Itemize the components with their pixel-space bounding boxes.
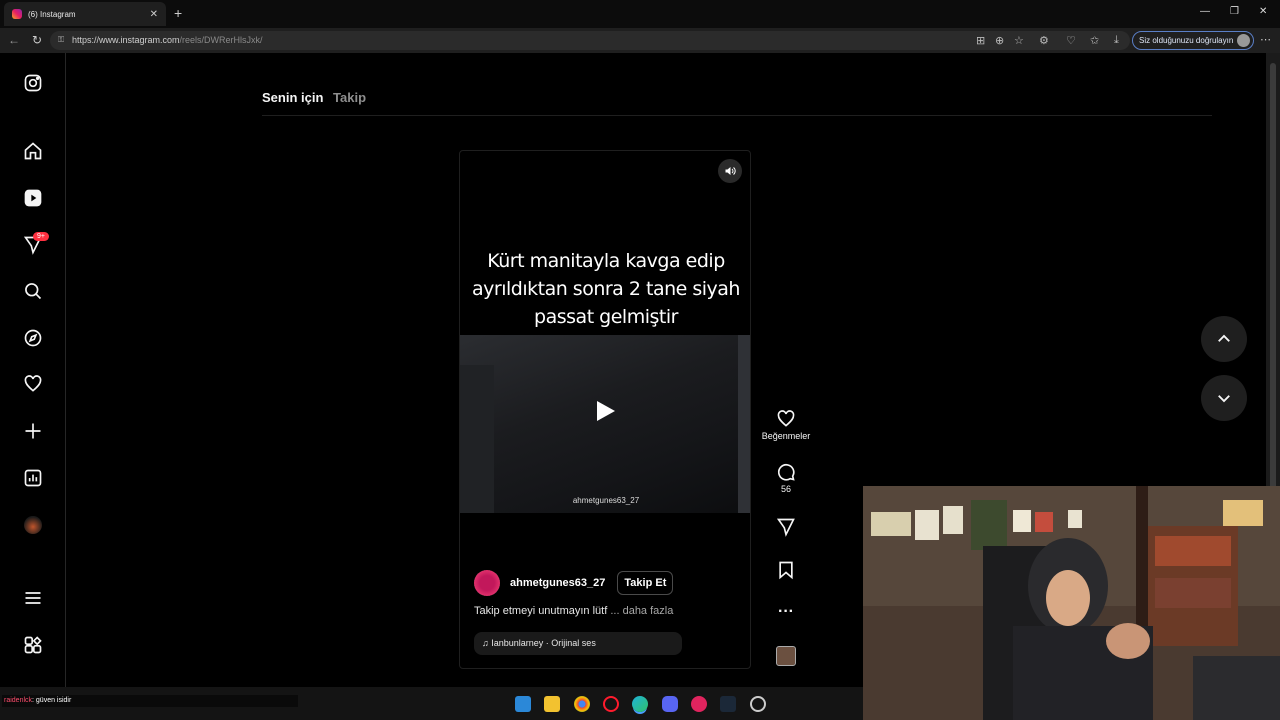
notifications-heart-icon[interactable] [21, 372, 45, 396]
minimize-window-icon[interactable]: — [1200, 6, 1210, 17]
menu-hamburger-icon[interactable] [21, 586, 45, 610]
overlay-line-3: passat gelmiştir [534, 306, 678, 328]
explore-icon[interactable] [21, 326, 45, 350]
webcam-scene [863, 486, 1280, 720]
more-link[interactable]: ... daha fazla [610, 605, 673, 617]
instagram-favicon-icon [12, 9, 22, 19]
url-path: /reels/DWRerHlsJxk/ [179, 35, 263, 45]
profile-pill-label: Siz olduğunuzu doğrulayın [1139, 36, 1234, 45]
like-button[interactable]: Beğenmeler [756, 409, 816, 441]
discord-icon[interactable] [662, 696, 678, 712]
bookmark-icon [779, 561, 793, 580]
follow-button[interactable]: Takip Et [617, 571, 674, 595]
profile-button[interactable]: Siz olduğunuzu doğrulayın [1132, 31, 1254, 50]
edge-icon[interactable] [632, 696, 648, 712]
play-icon[interactable] [597, 401, 615, 421]
extensions-icon[interactable]: ⚙ [1039, 34, 1049, 47]
overlay-line-2: ayrıldıktan sonra 2 tane siyah [472, 278, 740, 300]
reload-icon[interactable]: ↻ [32, 33, 42, 47]
author-avatar[interactable] [474, 570, 500, 596]
music-note-icon: ♫ [482, 638, 489, 648]
steam-icon[interactable] [720, 696, 736, 712]
feed-divider [262, 115, 1212, 116]
chat-username: raidenlck [4, 697, 33, 704]
next-reel-button[interactable] [1201, 375, 1247, 421]
browser-essentials-icon[interactable]: ♡ [1066, 34, 1076, 47]
also-from-meta-icon[interactable] [21, 633, 45, 657]
address-toolbar: ← ↻ ⚿ https://www.instagram.com/reels/DW… [0, 28, 1280, 53]
site-info-icon[interactable]: ⚿ [58, 35, 64, 45]
overlay-line-1: Kürt manitayla kavga edip [487, 250, 725, 272]
audio-pill[interactable]: ♫ Ianbunlarney · Orijinal ses [474, 632, 682, 655]
comments-count: 56 [780, 484, 791, 494]
tab-following[interactable]: Takip [333, 90, 366, 105]
file-explorer-icon[interactable] [544, 696, 560, 712]
settings-gear-icon[interactable] [750, 696, 766, 712]
profile-avatar[interactable] [24, 516, 42, 534]
chrome-icon[interactable] [574, 696, 590, 712]
author-username[interactable]: ahmetgunes63_27 [510, 577, 605, 589]
feed-tabs: Senin için Takip [262, 90, 366, 105]
reel-author: ahmetgunes63_27 Takip Et [474, 570, 674, 596]
share-button[interactable] [756, 517, 816, 539]
downloads-icon[interactable]: ⤓ [1114, 34, 1119, 47]
like-heart-icon [777, 410, 795, 427]
messages-badge: 9+ [33, 232, 49, 241]
browser-tab[interactable]: (6) Instagram ✕ [4, 2, 166, 26]
webcam-overlay [863, 486, 1280, 720]
share-icon [776, 518, 795, 537]
close-tab-icon[interactable]: ✕ [150, 9, 158, 20]
opera-icon[interactable] [603, 696, 619, 712]
chat-overlay: raidenlck: güven isidir [2, 695, 298, 707]
profile-avatar [1237, 34, 1250, 47]
audio-thumbnail[interactable] [776, 646, 796, 666]
likes-label: Beğenmeler [761, 431, 811, 441]
reel-overlay-text: Kürt manitayla kavga edip ayrıldıktan so… [460, 247, 750, 331]
home-icon[interactable] [21, 139, 45, 163]
previous-reel-button[interactable] [1201, 316, 1247, 362]
chevron-down-icon [1218, 395, 1230, 403]
more-options-icon[interactable]: ··· [756, 603, 816, 621]
app-available-icon[interactable]: ⊞ [976, 34, 985, 47]
chevron-up-icon [1218, 334, 1230, 342]
dashboard-icon[interactable] [21, 466, 45, 490]
audio-label: Ianbunlarney · Orijinal ses [491, 638, 596, 648]
reels-icon[interactable] [21, 186, 45, 210]
favorites-icon[interactable]: ✩ [1090, 34, 1099, 47]
reel-player[interactable]: Kürt manitayla kavga edip ayrıldıktan so… [459, 150, 751, 669]
sidebar: 9+ [0, 53, 66, 687]
comment-button[interactable]: 56 [756, 462, 816, 494]
address-bar[interactable]: ⚿ https://www.instagram.com/reels/DWRerH… [50, 31, 1130, 50]
volume-icon[interactable] [718, 159, 742, 183]
create-plus-icon[interactable] [21, 419, 45, 443]
favorite-star-icon[interactable]: ☆ [1014, 34, 1024, 47]
close-window-icon[interactable]: ✕ [1259, 6, 1267, 17]
reel-watermark: ahmetgunes63_27 [572, 496, 640, 505]
tab-title: (6) Instagram [28, 9, 76, 19]
taskbar: raidenlck: güven isidir [0, 687, 863, 720]
reel-video-frame [460, 335, 750, 513]
zoom-icon[interactable]: ⊕ [995, 34, 1004, 47]
restore-window-icon[interactable]: ❐ [1230, 6, 1239, 17]
url-host: https://www.instagram.com [72, 35, 180, 45]
reel-description: Takip etmeyi unutmayın lütf ... daha faz… [474, 605, 673, 617]
new-tab-button[interactable]: + [174, 5, 182, 21]
video-shadow [460, 365, 494, 513]
back-icon[interactable]: ← [8, 33, 20, 47]
instagram-logo-icon[interactable] [21, 71, 45, 95]
media-player-icon[interactable] [691, 696, 707, 712]
search-icon[interactable] [21, 279, 45, 303]
comment-icon [777, 463, 795, 481]
description-text: Takip etmeyi unutmayın lütf [474, 605, 608, 617]
chat-message: : güven isidir [32, 697, 72, 704]
browser-menu-icon[interactable]: ⋯ [1260, 33, 1271, 46]
video-edge [738, 335, 750, 513]
tab-for-you[interactable]: Senin için [262, 90, 323, 105]
start-windows-icon[interactable] [515, 696, 531, 712]
save-button[interactable] [756, 560, 816, 582]
browser-tab-bar: (6) Instagram ✕ + — ❐ ✕ [0, 0, 1280, 28]
